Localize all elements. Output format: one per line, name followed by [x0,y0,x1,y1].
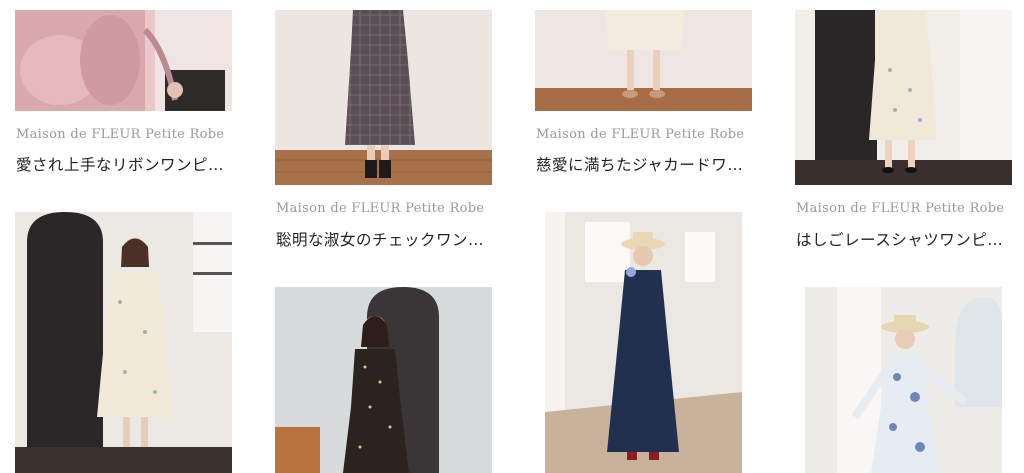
product-image[interactable] [15,212,232,473]
product-name[interactable]: 聡明な淑女のチェックワン… [276,228,484,250]
product-image[interactable] [275,287,492,473]
brand-name: Maison de FLEUR Petite Robe [796,201,1005,216]
brand-name: Maison de FLEUR Petite Robe [16,127,225,142]
product-image[interactable] [545,212,742,473]
product-image[interactable] [795,10,1012,185]
product-image[interactable] [805,287,1002,473]
product-image[interactable] [535,10,752,111]
product-name[interactable]: 愛され上手なリボンワンピ… [16,153,224,175]
product-name[interactable]: 慈愛に満ちたジャカードワ… [536,153,743,175]
brand-name: Maison de FLEUR Petite Robe [536,127,745,142]
product-name[interactable]: はしごレースシャツワンピ… [796,228,1003,250]
brand-name: Maison de FLEUR Petite Robe [276,201,485,216]
product-image[interactable] [15,10,232,111]
product-image[interactable] [275,10,492,185]
